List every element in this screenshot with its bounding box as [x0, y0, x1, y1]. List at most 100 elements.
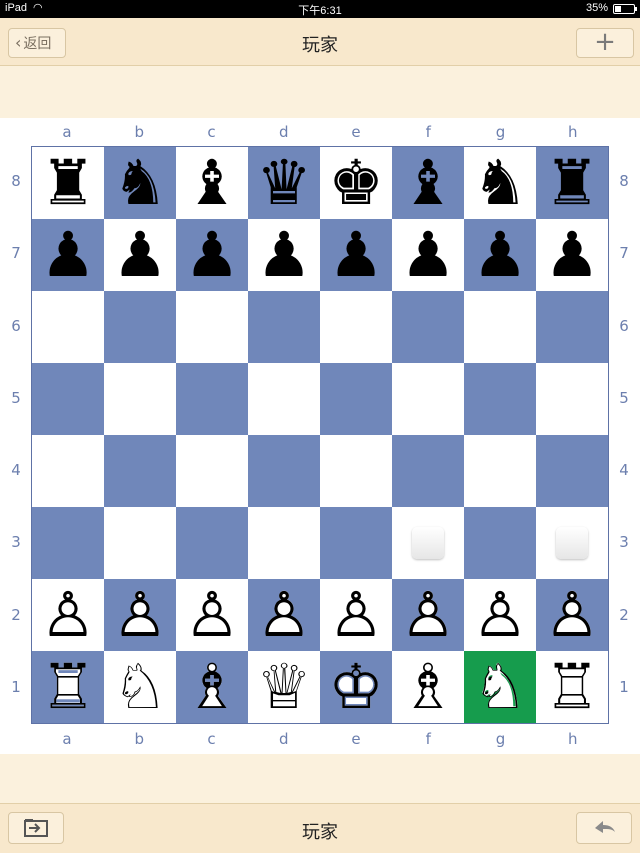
square-e6[interactable] — [320, 291, 392, 363]
square-f8[interactable]: ♝ — [392, 147, 464, 219]
square-h1[interactable]: ♜ ♖ — [536, 651, 608, 723]
square-a3[interactable] — [32, 507, 104, 579]
black-knight-icon[interactable]: ♞ — [472, 152, 528, 214]
black-rook-icon[interactable]: ♜ — [544, 152, 600, 214]
square-f7[interactable]: ♟ — [392, 219, 464, 291]
white-queen-icon[interactable]: ♛ ♕ — [256, 656, 312, 718]
square-e2[interactable]: ♟ ♙ — [320, 579, 392, 651]
square-c3[interactable] — [176, 507, 248, 579]
square-a7[interactable]: ♟ — [32, 219, 104, 291]
square-a2[interactable]: ♟ ♙ — [32, 579, 104, 651]
square-c6[interactable] — [176, 291, 248, 363]
square-d4[interactable] — [248, 435, 320, 507]
square-d2[interactable]: ♟ ♙ — [248, 579, 320, 651]
square-b3[interactable] — [104, 507, 176, 579]
black-bishop-icon[interactable]: ♝ — [400, 152, 456, 214]
square-a1[interactable]: ♜ ♖ — [32, 651, 104, 723]
square-b2[interactable]: ♟ ♙ — [104, 579, 176, 651]
black-pawn-icon[interactable]: ♟ — [328, 224, 384, 286]
white-pawn-icon[interactable]: ♟ ♙ — [40, 584, 96, 646]
square-c1[interactable]: ♝ ♗ — [176, 651, 248, 723]
square-a6[interactable] — [32, 291, 104, 363]
square-g3[interactable] — [464, 507, 536, 579]
white-pawn-icon[interactable]: ♟ ♙ — [256, 584, 312, 646]
square-f2[interactable]: ♟ ♙ — [392, 579, 464, 651]
square-b4[interactable] — [104, 435, 176, 507]
square-d7[interactable]: ♟ — [248, 219, 320, 291]
white-knight-icon[interactable]: ♞ ♘ — [112, 656, 168, 718]
white-pawn-icon[interactable]: ♟ ♙ — [400, 584, 456, 646]
square-e1[interactable]: ♚ ♔ — [320, 651, 392, 723]
square-g4[interactable] — [464, 435, 536, 507]
square-e3[interactable] — [320, 507, 392, 579]
square-g6[interactable] — [464, 291, 536, 363]
square-h3[interactable] — [536, 507, 608, 579]
black-queen-icon[interactable]: ♛ — [256, 152, 312, 214]
white-bishop-icon[interactable]: ♝ ♗ — [184, 656, 240, 718]
square-g1[interactable]: ♞ ♘ — [464, 651, 536, 723]
square-d5[interactable] — [248, 363, 320, 435]
white-rook-icon[interactable]: ♜ ♖ — [544, 656, 600, 718]
square-a4[interactable] — [32, 435, 104, 507]
square-f5[interactable] — [392, 363, 464, 435]
square-c2[interactable]: ♟ ♙ — [176, 579, 248, 651]
white-pawn-icon[interactable]: ♟ ♙ — [544, 584, 600, 646]
square-g8[interactable]: ♞ — [464, 147, 536, 219]
square-h6[interactable] — [536, 291, 608, 363]
square-c7[interactable]: ♟ — [176, 219, 248, 291]
square-a5[interactable] — [32, 363, 104, 435]
square-d8[interactable]: ♛ — [248, 147, 320, 219]
white-pawn-icon[interactable]: ♟ ♙ — [472, 584, 528, 646]
square-h8[interactable]: ♜ — [536, 147, 608, 219]
black-pawn-icon[interactable]: ♟ — [112, 224, 168, 286]
square-b6[interactable] — [104, 291, 176, 363]
square-d3[interactable] — [248, 507, 320, 579]
square-e7[interactable]: ♟ — [320, 219, 392, 291]
square-h4[interactable] — [536, 435, 608, 507]
black-knight-icon[interactable]: ♞ — [112, 152, 168, 214]
square-a8[interactable]: ♜ — [32, 147, 104, 219]
black-pawn-icon[interactable]: ♟ — [256, 224, 312, 286]
white-bishop-icon[interactable]: ♝ ♗ — [400, 656, 456, 718]
square-c5[interactable] — [176, 363, 248, 435]
white-pawn-icon[interactable]: ♟ ♙ — [328, 584, 384, 646]
move-hint-marker[interactable] — [556, 527, 588, 559]
square-h7[interactable]: ♟ — [536, 219, 608, 291]
black-pawn-icon[interactable]: ♟ — [184, 224, 240, 286]
black-pawn-icon[interactable]: ♟ — [40, 224, 96, 286]
square-b5[interactable] — [104, 363, 176, 435]
square-e4[interactable] — [320, 435, 392, 507]
square-g5[interactable] — [464, 363, 536, 435]
square-g2[interactable]: ♟ ♙ — [464, 579, 536, 651]
square-f4[interactable] — [392, 435, 464, 507]
black-pawn-icon[interactable]: ♟ — [400, 224, 456, 286]
square-f6[interactable] — [392, 291, 464, 363]
white-rook-icon[interactable]: ♜ ♖ — [40, 656, 96, 718]
white-pawn-icon[interactable]: ♟ ♙ — [112, 584, 168, 646]
square-g7[interactable]: ♟ — [464, 219, 536, 291]
square-e8[interactable]: ♚ — [320, 147, 392, 219]
black-bishop-icon[interactable]: ♝ — [184, 152, 240, 214]
square-c4[interactable] — [176, 435, 248, 507]
move-hint-marker[interactable] — [412, 527, 444, 559]
black-pawn-icon[interactable]: ♟ — [472, 224, 528, 286]
black-king-icon[interactable]: ♚ — [328, 152, 384, 214]
square-d6[interactable] — [248, 291, 320, 363]
square-h5[interactable] — [536, 363, 608, 435]
black-rook-icon[interactable]: ♜ — [40, 152, 96, 214]
add-button[interactable]: + — [576, 28, 634, 58]
white-knight-icon[interactable]: ♞ ♘ — [472, 656, 528, 718]
square-f1[interactable]: ♝ ♗ — [392, 651, 464, 723]
square-h2[interactable]: ♟ ♙ — [536, 579, 608, 651]
white-pawn-icon[interactable]: ♟ ♙ — [184, 584, 240, 646]
square-b1[interactable]: ♞ ♘ — [104, 651, 176, 723]
square-e5[interactable] — [320, 363, 392, 435]
black-pawn-icon[interactable]: ♟ — [544, 224, 600, 286]
square-b7[interactable]: ♟ — [104, 219, 176, 291]
square-f3[interactable] — [392, 507, 464, 579]
square-c8[interactable]: ♝ — [176, 147, 248, 219]
square-d1[interactable]: ♛ ♕ — [248, 651, 320, 723]
undo-button[interactable] — [576, 812, 632, 844]
white-king-icon[interactable]: ♚ ♔ — [328, 656, 384, 718]
square-b8[interactable]: ♞ — [104, 147, 176, 219]
